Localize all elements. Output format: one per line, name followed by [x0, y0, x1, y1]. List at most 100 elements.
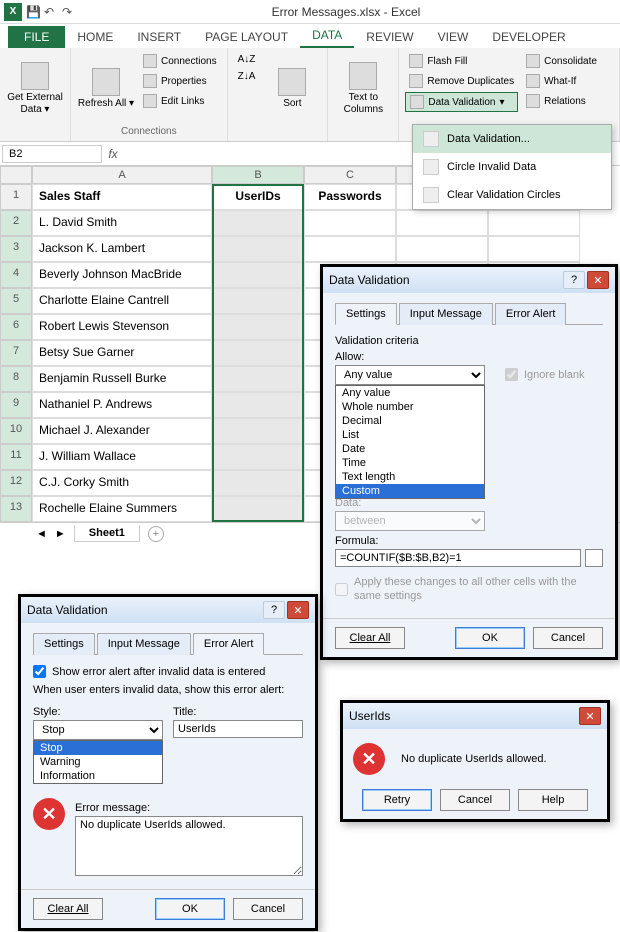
- tab-settings[interactable]: Settings: [33, 633, 95, 655]
- cell[interactable]: Rochelle Elaine Summers: [32, 496, 212, 522]
- edit-links-button[interactable]: Edit Links: [139, 92, 221, 110]
- tab-home[interactable]: HOME: [65, 26, 125, 48]
- row-header[interactable]: 7: [0, 340, 32, 366]
- cell[interactable]: [212, 496, 304, 522]
- cell[interactable]: J. William Wallace: [32, 444, 212, 470]
- style-option[interactable]: Information: [34, 769, 162, 783]
- close-button[interactable]: ✕: [287, 601, 309, 619]
- allow-option[interactable]: Text length: [336, 470, 484, 484]
- allow-option[interactable]: Time: [336, 456, 484, 470]
- text-to-columns-button[interactable]: Text to Columns: [334, 52, 392, 126]
- cell[interactable]: [212, 210, 304, 236]
- connections-button[interactable]: Connections: [139, 52, 221, 70]
- style-option[interactable]: Stop: [34, 741, 162, 755]
- cell[interactable]: [304, 236, 396, 262]
- cell[interactable]: Benjamin Russell Burke: [32, 366, 212, 392]
- tab-error-alert[interactable]: Error Alert: [193, 633, 265, 655]
- cell[interactable]: [212, 236, 304, 262]
- style-option[interactable]: Warning: [34, 755, 162, 769]
- tab-review[interactable]: REVIEW: [354, 26, 425, 48]
- row-header[interactable]: 1: [0, 184, 32, 210]
- cell[interactable]: [212, 418, 304, 444]
- style-select[interactable]: Stop: [33, 720, 163, 740]
- cell[interactable]: [212, 288, 304, 314]
- tab-data[interactable]: DATA: [300, 24, 354, 48]
- cell[interactable]: [488, 210, 580, 236]
- ok-button[interactable]: OK: [155, 898, 225, 920]
- sheet-nav-prev[interactable]: ◄: [36, 528, 47, 540]
- allow-option[interactable]: Any value: [336, 386, 484, 400]
- cell[interactable]: [396, 236, 488, 262]
- allow-option[interactable]: Decimal: [336, 414, 484, 428]
- clear-all-button[interactable]: Clear All: [33, 898, 103, 920]
- sort-za-button[interactable]: Z↓A: [234, 69, 260, 84]
- help-button[interactable]: Help: [518, 789, 588, 811]
- row-header[interactable]: 9: [0, 392, 32, 418]
- data-validation-button[interactable]: Data Validation ▾: [405, 92, 518, 112]
- save-icon[interactable]: 💾: [26, 5, 40, 19]
- cancel-button[interactable]: Cancel: [233, 898, 303, 920]
- retry-button[interactable]: Retry: [362, 789, 432, 811]
- dialog-title-bar[interactable]: UserIds ✕: [343, 703, 607, 729]
- col-header-c[interactable]: C: [304, 166, 396, 184]
- tab-view[interactable]: VIEW: [426, 26, 481, 48]
- allow-option[interactable]: Whole number: [336, 400, 484, 414]
- help-button[interactable]: ?: [563, 271, 585, 289]
- properties-button[interactable]: Properties: [139, 72, 221, 90]
- cell[interactable]: UserIDs: [212, 184, 304, 210]
- refresh-all-button[interactable]: Refresh All ▾: [77, 52, 135, 126]
- cell[interactable]: Jackson K. Lambert: [32, 236, 212, 262]
- get-external-data-button[interactable]: Get External Data ▾: [6, 52, 64, 126]
- sort-button[interactable]: Sort: [263, 52, 321, 126]
- help-button[interactable]: ?: [263, 601, 285, 619]
- flash-fill-button[interactable]: Flash Fill: [405, 52, 518, 70]
- allow-option[interactable]: Custom: [336, 484, 484, 498]
- cell[interactable]: [212, 470, 304, 496]
- fx-icon[interactable]: fx: [104, 147, 122, 161]
- ok-button[interactable]: OK: [455, 627, 525, 649]
- tab-file[interactable]: FILE: [8, 26, 65, 48]
- cell[interactable]: [212, 444, 304, 470]
- row-header[interactable]: 12: [0, 470, 32, 496]
- cell[interactable]: [396, 210, 488, 236]
- name-box[interactable]: [2, 145, 102, 163]
- tab-settings[interactable]: Settings: [335, 303, 397, 325]
- select-all-corner[interactable]: [0, 166, 32, 184]
- cell[interactable]: Robert Lewis Stevenson: [32, 314, 212, 340]
- cancel-button[interactable]: Cancel: [533, 627, 603, 649]
- remove-duplicates-button[interactable]: Remove Duplicates: [405, 72, 518, 90]
- row-header[interactable]: 8: [0, 366, 32, 392]
- cell[interactable]: Nathaniel P. Andrews: [32, 392, 212, 418]
- title-input[interactable]: [173, 720, 303, 738]
- row-header[interactable]: 10: [0, 418, 32, 444]
- dialog-title-bar[interactable]: Data Validation ? ✕: [21, 597, 315, 623]
- sheet-tab[interactable]: Sheet1: [74, 525, 140, 542]
- menu-data-validation[interactable]: Data Validation...: [413, 125, 611, 153]
- row-header[interactable]: 13: [0, 496, 32, 522]
- cancel-button[interactable]: Cancel: [440, 789, 510, 811]
- cell[interactable]: [488, 236, 580, 262]
- tab-insert[interactable]: INSERT: [125, 26, 193, 48]
- consolidate-button[interactable]: Consolidate: [522, 52, 601, 70]
- undo-icon[interactable]: ↶: [44, 5, 58, 19]
- sheet-nav-next[interactable]: ►: [55, 528, 66, 540]
- cell[interactable]: [212, 262, 304, 288]
- tab-developer[interactable]: DEVELOPER: [480, 26, 577, 48]
- cell[interactable]: [304, 210, 396, 236]
- row-header[interactable]: 2: [0, 210, 32, 236]
- formula-input[interactable]: [335, 549, 581, 567]
- redo-icon[interactable]: ↷: [62, 5, 76, 19]
- cell[interactable]: [212, 392, 304, 418]
- tab-input-message[interactable]: Input Message: [97, 633, 191, 655]
- cell[interactable]: [212, 366, 304, 392]
- tab-page-layout[interactable]: PAGE LAYOUT: [193, 26, 300, 48]
- cell[interactable]: Michael J. Alexander: [32, 418, 212, 444]
- error-message-input[interactable]: No duplicate UserIds allowed.: [75, 816, 303, 876]
- allow-option[interactable]: Date: [336, 442, 484, 456]
- range-picker-icon[interactable]: [585, 549, 603, 567]
- add-sheet-button[interactable]: +: [148, 526, 164, 542]
- show-alert-checkbox[interactable]: [33, 665, 46, 678]
- tab-error-alert[interactable]: Error Alert: [495, 303, 567, 325]
- row-header[interactable]: 5: [0, 288, 32, 314]
- cell[interactable]: [212, 314, 304, 340]
